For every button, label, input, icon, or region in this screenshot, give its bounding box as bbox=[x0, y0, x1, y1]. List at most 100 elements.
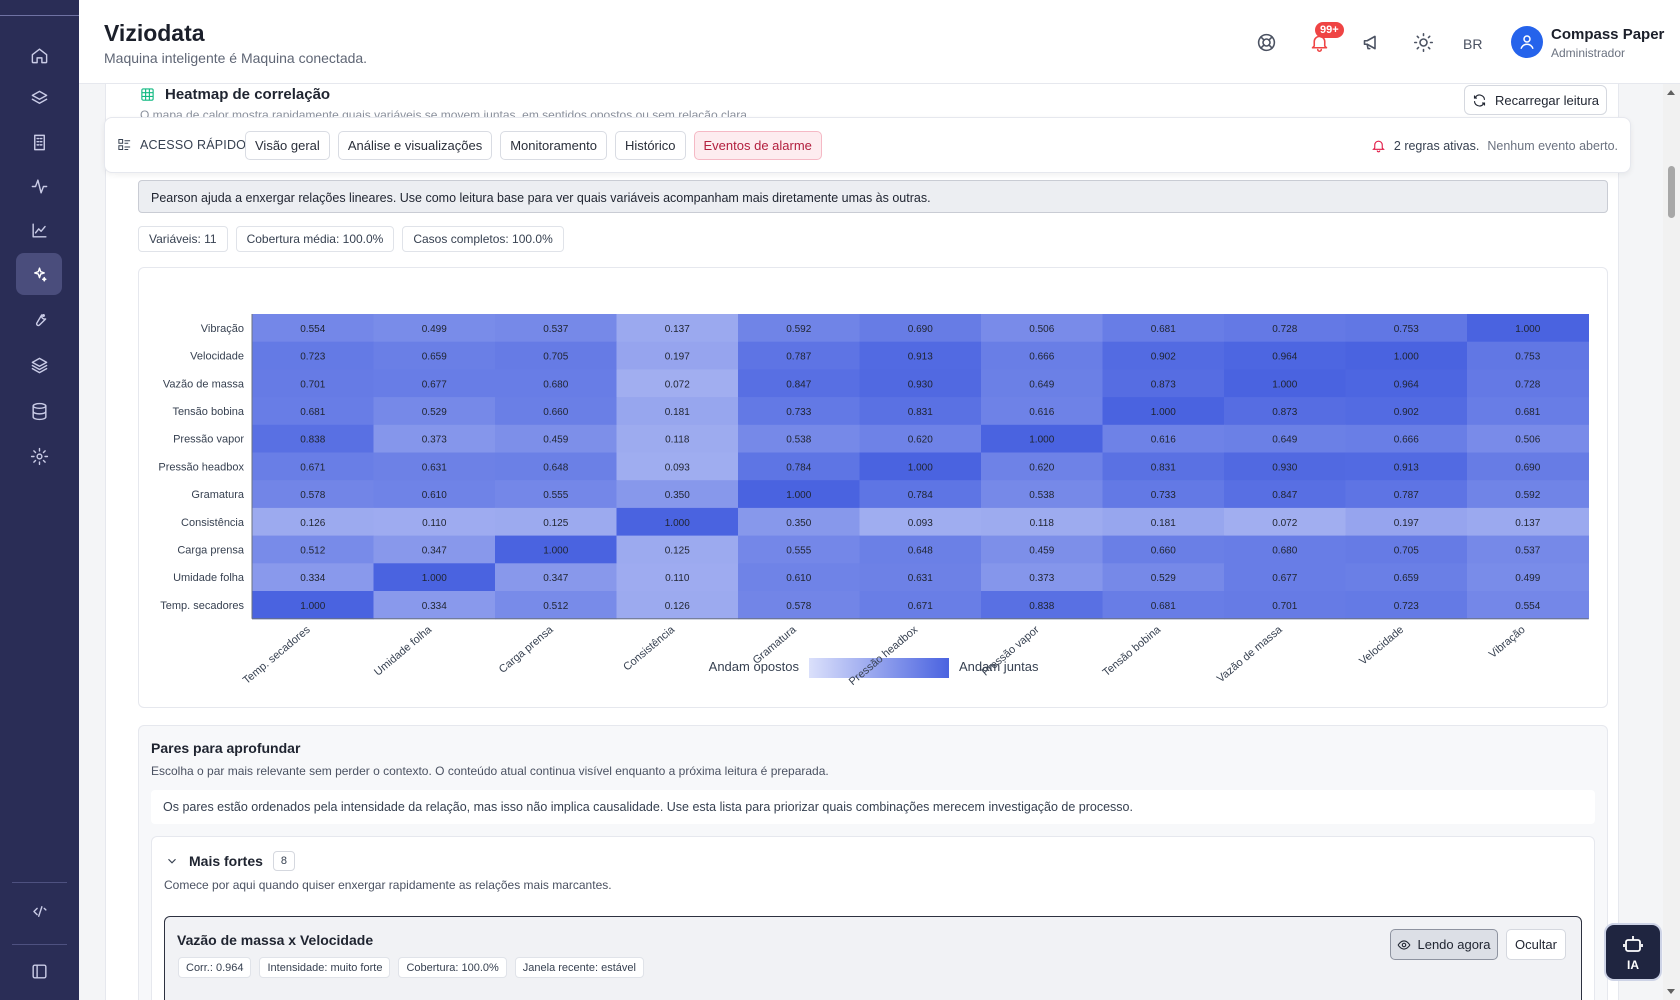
chevron-down-icon[interactable] bbox=[165, 854, 179, 868]
heatmap-cell-value: 0.373 bbox=[422, 435, 447, 446]
heatmap-cell-value: 0.733 bbox=[1151, 490, 1176, 501]
hide-button[interactable]: Ocultar bbox=[1506, 929, 1566, 960]
heatmap-x-label: Vibração bbox=[1487, 624, 1528, 661]
heatmap-y-label: Umidade folha bbox=[173, 572, 245, 584]
sidebar-toggle-icon[interactable] bbox=[16, 950, 62, 992]
heatmap-cell-value: 0.873 bbox=[1272, 407, 1297, 418]
pair-coverage: Cobertura: 100.0% bbox=[398, 957, 507, 978]
heatmap-cell-value: 0.631 bbox=[908, 573, 933, 584]
bell-icon[interactable]: 99+ bbox=[1306, 22, 1344, 55]
sidebar bbox=[0, 0, 79, 1000]
correlation-heatmap: 0.554 0.499 0.537 0.137 0.592 0.690 0.506 0.681… bbox=[158, 314, 1589, 688]
heatmap-cell-value: 0.784 bbox=[908, 490, 933, 501]
heatmap-cell-value: 0.681 bbox=[1151, 601, 1176, 612]
eye-icon bbox=[1398, 939, 1411, 950]
heatmap-cell-value: 0.347 bbox=[543, 573, 568, 584]
reload-button[interactable]: Recarregar leitura bbox=[1464, 85, 1607, 115]
tab-visao-geral[interactable]: Visão geral bbox=[245, 131, 330, 160]
strongest-group-header[interactable]: Mais fortes 8 bbox=[165, 851, 296, 871]
heatmap-cell-value: 0.110 bbox=[665, 573, 690, 584]
tab-historico[interactable]: Histórico bbox=[614, 131, 686, 160]
heatmap-x-label: Vazão de massa bbox=[1215, 623, 1286, 685]
stack-icon[interactable] bbox=[16, 344, 62, 386]
heatmap-cell-value: 0.873 bbox=[1151, 379, 1176, 390]
heatmap-cell-value: 0.660 bbox=[543, 407, 568, 418]
layers-icon[interactable] bbox=[16, 77, 62, 119]
user-name[interactable]: Compass Paper bbox=[1551, 26, 1664, 43]
heatmap-cell-value: 0.578 bbox=[300, 490, 325, 501]
code-icon[interactable] bbox=[16, 890, 62, 932]
ai-assistant-button[interactable]: IA bbox=[1604, 923, 1662, 981]
heatmap-cell-value: 1.000 bbox=[422, 573, 447, 584]
heatmap-cell-value: 0.831 bbox=[908, 407, 933, 418]
language-selector[interactable]: BR bbox=[1463, 36, 1482, 52]
heatmap-cell-value: 0.197 bbox=[665, 352, 690, 363]
section-description: O mapa de calor mostra rapidamente quais… bbox=[140, 108, 751, 117]
ai-label: IA bbox=[1627, 958, 1639, 972]
heatmap-y-label: Consistência bbox=[181, 517, 245, 529]
heatmap-cell-value: 0.680 bbox=[543, 379, 568, 390]
heatmap-cell-value: 0.093 bbox=[665, 462, 690, 473]
scroll-down-arrow[interactable] bbox=[1667, 989, 1675, 994]
reload-label: Recarregar leitura bbox=[1494, 92, 1600, 108]
reading-now-button[interactable]: Lendo agora bbox=[1390, 929, 1498, 960]
section-title: Heatmap de correlação bbox=[140, 86, 330, 103]
heatmap-cell-value: 0.680 bbox=[1272, 545, 1297, 556]
heatmap-cell-value: 0.659 bbox=[422, 352, 447, 363]
pair-title: Vazão de massa x Velocidade bbox=[177, 932, 374, 948]
heatmap-cell-value: 1.000 bbox=[1029, 435, 1054, 446]
stats-chips: Variáveis: 11 Cobertura média: 100.0% Ca… bbox=[138, 226, 564, 252]
database-icon[interactable] bbox=[16, 390, 62, 432]
scroll-up-arrow[interactable] bbox=[1667, 90, 1675, 95]
heatmap-cell-value: 0.728 bbox=[1515, 379, 1540, 390]
scroll-thumb[interactable] bbox=[1668, 166, 1675, 218]
heatmap-cell-value: 0.093 bbox=[908, 518, 933, 529]
sidebar-divider bbox=[12, 882, 67, 883]
scrollbar[interactable] bbox=[1663, 84, 1680, 1000]
heatmap-cell-value: 0.592 bbox=[786, 324, 811, 335]
wrench-icon[interactable] bbox=[16, 298, 62, 340]
tab-eventos-alarme[interactable]: Eventos de alarme bbox=[693, 131, 822, 160]
top-header: Viziodata Maquina inteligente é Maquina … bbox=[79, 0, 1680, 84]
tab-monitoramento[interactable]: Monitoramento bbox=[500, 131, 607, 160]
heatmap-cell-value: 0.110 bbox=[422, 518, 447, 529]
sun-icon[interactable] bbox=[1410, 29, 1436, 55]
heatmap-cell-value: 0.459 bbox=[543, 435, 568, 446]
heatmap-cell-value: 1.000 bbox=[300, 601, 325, 612]
heatmap-cell-value: 0.964 bbox=[1394, 379, 1419, 390]
stat-coverage: Cobertura média: 100.0% bbox=[235, 226, 395, 252]
heatmap-cell-value: 0.072 bbox=[665, 379, 690, 390]
heatmap-cell-value: 0.666 bbox=[1394, 435, 1419, 446]
heatmap-x-label: Tensão bobina bbox=[1101, 623, 1164, 679]
heatmap-cell-value: 1.000 bbox=[665, 518, 690, 529]
trend-chart-icon[interactable] bbox=[16, 209, 62, 251]
heatmap-cell-value: 0.671 bbox=[908, 601, 933, 612]
activity-icon[interactable] bbox=[16, 165, 62, 207]
support-icon[interactable] bbox=[1253, 29, 1279, 55]
grid-icon bbox=[141, 88, 154, 101]
heatmap-y-label: Temp. secadores bbox=[160, 600, 244, 612]
heatmap-cell-value: 0.620 bbox=[908, 435, 933, 446]
sidebar-top-divider bbox=[0, 0, 79, 16]
tab-analise[interactable]: Análise e visualizações bbox=[337, 131, 493, 160]
pairs-note: Os pares estão ordenados pela intensidad… bbox=[151, 790, 1595, 824]
heatmap-cell-value: 0.126 bbox=[665, 601, 690, 612]
heatmap-cell-value: 0.690 bbox=[908, 324, 933, 335]
alarm-events-status: Nenhum evento aberto. bbox=[1487, 138, 1618, 153]
heatmap-y-label: Tensão bobina bbox=[172, 406, 244, 418]
heatmap-cell-value: 0.659 bbox=[1394, 573, 1419, 584]
robot-icon bbox=[1623, 936, 1643, 952]
heatmap-cell-value: 0.118 bbox=[665, 435, 690, 446]
heatmap-cell-value: 0.499 bbox=[1515, 573, 1540, 584]
heatmap-x-label: Velocidade bbox=[1357, 624, 1406, 668]
heatmap-cell-value: 0.838 bbox=[300, 435, 325, 446]
avatar[interactable] bbox=[1511, 26, 1543, 58]
pair-intensity: Intensidade: muito forte bbox=[259, 957, 391, 978]
group-title: Mais fortes bbox=[189, 853, 263, 869]
sparkles-icon[interactable] bbox=[16, 253, 62, 295]
heatmap-cell-value: 0.616 bbox=[1029, 407, 1054, 418]
building-icon[interactable] bbox=[16, 121, 62, 163]
home-icon[interactable] bbox=[16, 34, 62, 76]
gear-icon[interactable] bbox=[16, 435, 62, 477]
megaphone-icon[interactable] bbox=[1358, 29, 1384, 55]
